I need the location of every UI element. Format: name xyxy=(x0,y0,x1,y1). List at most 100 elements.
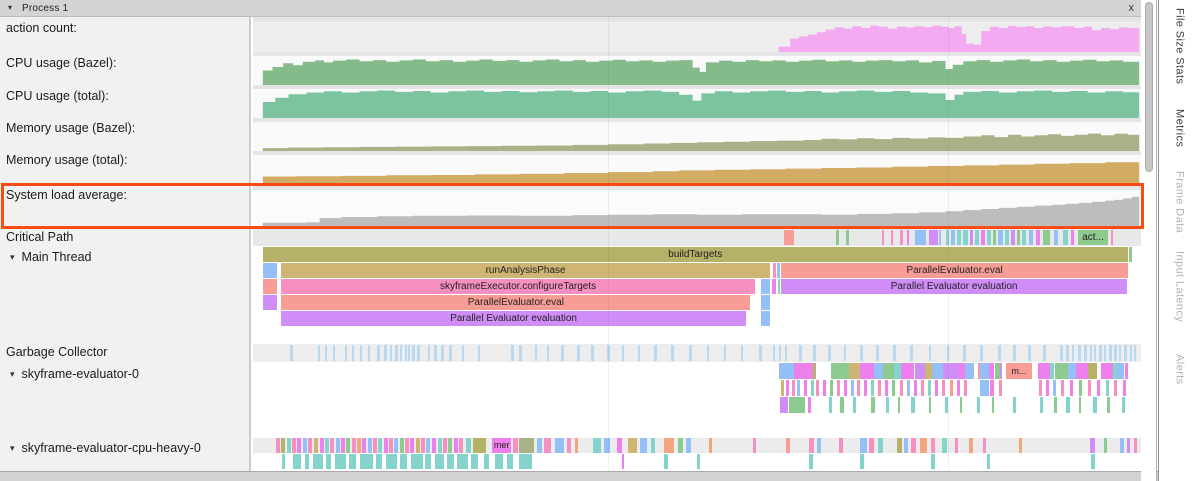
trace-event-tick[interactable] xyxy=(980,380,989,396)
trace-event-tick[interactable] xyxy=(325,438,329,453)
trace-event-tick[interactable] xyxy=(741,345,744,361)
trace-event-tick[interactable] xyxy=(808,397,811,413)
trace-event-tick[interactable] xyxy=(1091,454,1095,469)
trace-event-tick[interactable] xyxy=(426,438,430,453)
trace-event-tick[interactable] xyxy=(535,345,538,361)
trace-event-tick[interactable] xyxy=(1066,345,1069,361)
trace-event-tick[interactable] xyxy=(1053,380,1056,396)
trace-event-tick[interactable] xyxy=(998,345,1001,361)
trace-event-tick[interactable] xyxy=(1093,397,1097,413)
trace-event-tick[interactable] xyxy=(950,380,953,396)
trace-event-tick[interactable] xyxy=(907,380,910,396)
counter-row-cpu-usage-total[interactable] xyxy=(253,85,1141,118)
trace-event-tick[interactable] xyxy=(951,230,955,245)
trace-event-tick[interactable] xyxy=(1063,230,1068,245)
trace-event-tick[interactable] xyxy=(547,345,550,361)
trace-event-tick[interactable] xyxy=(513,438,517,453)
trace-event-tick[interactable] xyxy=(443,438,447,453)
trace-event-tick[interactable] xyxy=(622,454,625,469)
trace-event-tick[interactable] xyxy=(999,380,1003,396)
trace-event-tick[interactable] xyxy=(904,438,908,453)
trace-event-tick[interactable] xyxy=(308,438,312,453)
trace-event-tick[interactable] xyxy=(384,345,387,361)
counter-chart-system-load-average[interactable] xyxy=(253,190,1141,228)
trace-event-tick[interactable] xyxy=(915,363,926,379)
trace-event-tick[interactable] xyxy=(1079,397,1082,413)
trace-event-tick[interactable] xyxy=(809,454,813,469)
trace-event-tick[interactable] xyxy=(830,380,833,396)
trace-event-tick[interactable] xyxy=(1088,363,1098,379)
trace-event-tick[interactable] xyxy=(1122,397,1126,413)
tab-metrics[interactable]: Metrics xyxy=(1174,109,1186,147)
trace-event-tick[interactable] xyxy=(789,397,805,413)
trace-event-tick[interactable] xyxy=(368,438,372,453)
trace-event-tick[interactable] xyxy=(293,454,301,469)
flame-slice[interactable]: skyframeExecutor.configureTargets xyxy=(281,279,754,294)
trace-event-tick[interactable] xyxy=(408,345,411,361)
trace-event-tick[interactable] xyxy=(707,345,710,361)
trace-event-tick[interactable] xyxy=(263,279,277,294)
trace-event-tick[interactable] xyxy=(395,345,398,361)
trace-event-tick[interactable] xyxy=(421,438,425,453)
trace-event-tick[interactable] xyxy=(352,345,355,361)
counter-row-cpu-usage-bazel[interactable] xyxy=(253,52,1141,85)
trace-event-tick[interactable] xyxy=(983,438,987,453)
collapse-arrow-icon[interactable]: ▾ xyxy=(10,443,15,454)
trace-event-tick[interactable] xyxy=(792,380,795,396)
trace-event-tick[interactable] xyxy=(853,397,856,413)
trace-event-tick[interactable] xyxy=(871,380,874,396)
trace-event-tick[interactable] xyxy=(1076,363,1088,379)
trace-event-tick[interactable] xyxy=(1120,438,1124,453)
trace-event-tick[interactable] xyxy=(1071,230,1075,245)
trace-event-tick[interactable] xyxy=(910,345,913,361)
trace-event-tick[interactable] xyxy=(1022,230,1026,245)
trace-event-tick[interactable] xyxy=(987,454,991,469)
trace-event-tick[interactable] xyxy=(1124,345,1127,361)
trace-event-tick[interactable] xyxy=(1104,438,1108,453)
trace-event-tick[interactable] xyxy=(454,438,458,453)
trace-event-tick[interactable] xyxy=(943,363,959,379)
trace-event-tick[interactable] xyxy=(417,345,420,361)
trace-event-tick[interactable] xyxy=(844,345,847,361)
trace-event-tick[interactable] xyxy=(836,230,839,245)
trace-event-tick[interactable] xyxy=(1134,438,1137,453)
trace-event-tick[interactable] xyxy=(400,345,403,361)
trace-event-tick[interactable] xyxy=(955,438,959,453)
trace-event-tick[interactable] xyxy=(915,230,926,245)
trace-event-tick[interactable] xyxy=(837,380,840,396)
flame-slice[interactable]: ParallelEvaluator.eval xyxy=(781,263,1127,278)
trace-event-tick[interactable] xyxy=(386,454,397,469)
trace-event-tick[interactable] xyxy=(964,380,967,396)
trace-event-tick[interactable] xyxy=(894,363,901,379)
trace-event-tick[interactable] xyxy=(942,438,947,453)
collapse-arrow-icon[interactable]: ▾ xyxy=(10,252,15,263)
trace-event-tick[interactable] xyxy=(1084,345,1087,361)
trace-event-tick[interactable] xyxy=(809,438,814,453)
flame-slice[interactable]: ParallelEvaluator.eval xyxy=(281,295,750,310)
trace-event-tick[interactable] xyxy=(473,438,485,453)
trace-event-tick[interactable] xyxy=(1000,363,1003,379)
trace-event-tick[interactable] xyxy=(314,438,318,453)
trace-event-tick[interactable] xyxy=(965,363,974,379)
trace-event-tick[interactable] xyxy=(651,438,655,453)
trace-event-tick[interactable] xyxy=(336,438,340,453)
trace-event-tick[interactable] xyxy=(689,345,692,361)
trace-event-tick[interactable] xyxy=(1036,230,1040,245)
trace-event-tick[interactable] xyxy=(377,345,380,361)
trace-event-tick[interactable] xyxy=(368,345,371,361)
trace-event-tick[interactable] xyxy=(761,279,770,294)
trace-event-tick[interactable] xyxy=(1038,363,1050,379)
trace-event-tick[interactable] xyxy=(860,454,864,469)
trace-event-tick[interactable] xyxy=(313,454,323,469)
flame-slice[interactable]: Parallel Evaluator evaluation xyxy=(781,279,1126,294)
trace-event-tick[interactable] xyxy=(709,438,712,453)
trace-event-tick[interactable] xyxy=(929,345,932,361)
trace-event-tick[interactable] xyxy=(844,380,847,396)
trace-event-tick[interactable] xyxy=(297,438,301,453)
counter-chart-cpu-usage-bazel[interactable] xyxy=(253,56,1141,85)
trace-event-tick[interactable] xyxy=(1019,438,1022,453)
trace-event-tick[interactable] xyxy=(1072,345,1075,361)
trace-event-tick[interactable] xyxy=(929,230,938,245)
trace-event-tick[interactable] xyxy=(911,438,916,453)
trace-event-tick[interactable] xyxy=(878,438,882,453)
